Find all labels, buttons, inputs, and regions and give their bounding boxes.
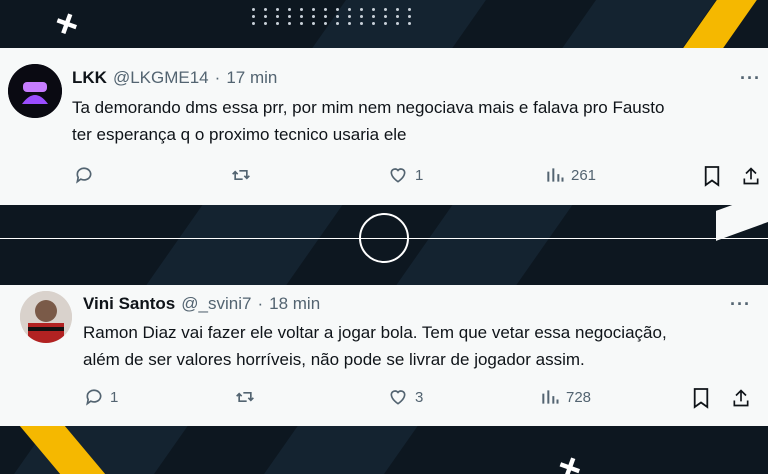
- retweet-icon: [232, 170, 250, 180]
- tweet-card[interactable]: LKK @LKGME14 · 17 min ··· Ta demorando d…: [0, 48, 768, 205]
- analytics-icon: [542, 390, 559, 404]
- reply-button[interactable]: 1: [84, 387, 118, 407]
- like-count: 3: [415, 388, 424, 406]
- bookmark-button[interactable]: [692, 387, 710, 409]
- tweet-header: Vini Santos @_svini7 · 18 min: [83, 294, 320, 314]
- heart-icon: [390, 390, 406, 405]
- tweet-card[interactable]: Vini Santos @_svini7 · 18 min ··· Ramon …: [0, 285, 768, 426]
- view-count: 261: [571, 166, 597, 184]
- heart-icon: [390, 168, 406, 183]
- like-count: 1: [415, 166, 424, 184]
- dot-pattern: [252, 8, 416, 25]
- bookmark-icon: [704, 166, 720, 187]
- author-name[interactable]: Vini Santos: [83, 294, 175, 314]
- like-button[interactable]: 3: [387, 387, 423, 407]
- more-options-icon[interactable]: ···: [740, 68, 761, 89]
- tweet-text-line: além de ser valores horríveis, não pode …: [83, 350, 585, 369]
- bookmark-button[interactable]: [703, 165, 721, 187]
- author-handle[interactable]: @_svini7: [181, 294, 251, 314]
- avatar-image: [8, 64, 62, 118]
- timestamp[interactable]: 17 min: [226, 68, 277, 88]
- tweet-text: Ramon Diaz vai fazer ele voltar a jogar …: [83, 319, 667, 373]
- center-circle: [359, 213, 409, 263]
- view-count: 728: [566, 388, 592, 406]
- bookmark-icon: [693, 388, 709, 409]
- more-options-icon[interactable]: ···: [730, 294, 751, 315]
- analytics-icon: [547, 168, 564, 182]
- tweet-header: LKK @LKGME14 · 17 min: [72, 68, 277, 88]
- views-button[interactable]: 728: [540, 387, 591, 407]
- action-bar: 1 261: [0, 165, 768, 193]
- tweet-text-line: Ta demorando dms essa prr, por mim nem n…: [72, 98, 665, 117]
- reply-count: 1: [110, 388, 119, 406]
- avatar[interactable]: [8, 64, 62, 118]
- share-icon: [733, 389, 749, 407]
- plus-decoration-icon: +: [551, 443, 589, 474]
- reply-icon: [76, 167, 92, 184]
- retweet-button[interactable]: [230, 165, 258, 185]
- tweet-text-line: Ramon Diaz vai fazer ele voltar a jogar …: [83, 323, 667, 342]
- tweet-text: Ta demorando dms essa prr, por mim nem n…: [72, 94, 664, 148]
- share-button[interactable]: [741, 165, 761, 187]
- author-name[interactable]: LKK: [72, 68, 107, 88]
- timestamp[interactable]: 18 min: [269, 294, 320, 314]
- avatar-image: [20, 291, 72, 343]
- avatar[interactable]: [20, 291, 72, 343]
- separator-dot: ·: [257, 294, 264, 313]
- author-handle[interactable]: @LKGME14: [113, 68, 209, 88]
- like-button[interactable]: 1: [387, 165, 423, 185]
- views-button[interactable]: 261: [545, 165, 596, 185]
- reply-icon: [86, 389, 102, 406]
- separator-dot: ·: [214, 68, 221, 87]
- tweet-text-line: ter esperança q o proximo tecnico usaria…: [72, 125, 407, 144]
- retweet-icon: [236, 392, 254, 402]
- share-icon: [743, 167, 759, 185]
- reply-button[interactable]: [74, 165, 100, 185]
- plus-decoration-icon: +: [48, 0, 86, 49]
- action-bar: 1 3 728: [0, 387, 768, 415]
- share-button[interactable]: [731, 387, 751, 409]
- retweet-button[interactable]: [234, 387, 262, 407]
